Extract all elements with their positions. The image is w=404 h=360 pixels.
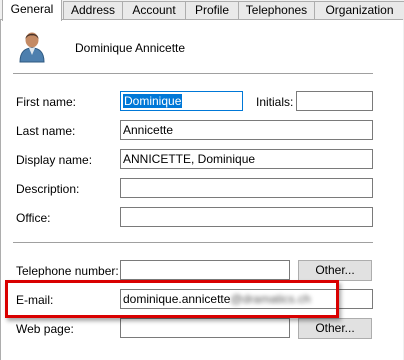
general-panel: Dominique Annicette First name: Dominiqu… [0, 19, 403, 360]
initials-label: Initials: [256, 95, 294, 109]
telephone-label: Telephone number: [16, 264, 119, 278]
tab-strip: General Address Account Profile Telephon… [0, 0, 404, 21]
last-name-label: Last name: [16, 124, 76, 138]
tab-address[interactable]: Address [63, 1, 123, 20]
initials-field[interactable] [296, 91, 373, 111]
web-page-field[interactable] [120, 318, 290, 338]
description-field[interactable] [120, 178, 373, 198]
user-display-name: Dominique Annicette [75, 41, 186, 55]
office-label: Office: [16, 211, 51, 225]
telephone-other-button[interactable]: Other... [298, 260, 372, 281]
first-name-label: First name: [16, 95, 77, 109]
first-name-value: Dominique [123, 94, 183, 108]
web-page-label: Web page: [16, 322, 74, 336]
separator [13, 242, 373, 244]
office-field[interactable] [120, 207, 373, 227]
email-value: dominique.annicette [123, 292, 231, 306]
first-name-field[interactable]: Dominique [120, 91, 243, 111]
email-field[interactable]: dominique.annicette@dramatics.ch [120, 289, 373, 309]
description-label: Description: [16, 182, 80, 196]
tab-telephones[interactable]: Telephones [238, 1, 315, 20]
tab-profile[interactable]: Profile [185, 1, 239, 20]
last-name-field[interactable]: Annicette [120, 120, 373, 140]
tab-account[interactable]: Account [122, 1, 186, 20]
user-icon [18, 29, 46, 63]
tab-organization[interactable]: Organization [314, 1, 404, 20]
email-domain-obscured: @dramatics.ch [230, 292, 311, 306]
telephone-field[interactable] [120, 260, 290, 280]
email-label: E-mail: [16, 293, 54, 307]
tab-general[interactable]: General [2, 0, 62, 21]
separator [13, 73, 373, 75]
display-name-field[interactable]: ANNICETTE, Dominique [120, 149, 373, 169]
display-name-label: Display name: [16, 153, 93, 167]
web-page-other-button[interactable]: Other... [298, 318, 372, 339]
